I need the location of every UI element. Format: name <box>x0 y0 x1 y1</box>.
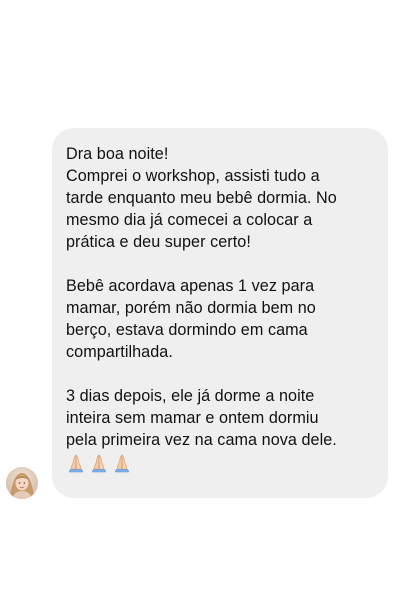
message-line: Comprei o workshop, assisti tudo a <box>66 167 320 185</box>
message-line: prática e deu super certo! <box>66 233 251 251</box>
message-line: 3 dias depois, ele já dorme a noite <box>66 387 315 405</box>
sender-avatar[interactable] <box>6 467 38 499</box>
folded-hands-icon <box>114 454 130 473</box>
message-line: Dra boa noite! <box>66 145 169 163</box>
received-message-bubble[interactable]: Dra boa noite! Comprei o workshop, assis… <box>52 128 388 498</box>
message-line: Bebê acordava apenas 1 vez para <box>66 277 315 295</box>
folded-hands-icon <box>91 454 107 473</box>
chat-screen: Dra boa noite! Comprei o workshop, assis… <box>0 0 400 600</box>
folded-hands-icon <box>68 454 84 473</box>
message-line: mesmo dia já comecei a colocar a <box>66 211 313 229</box>
message-line: mamar, porém não dormia bem no <box>66 299 316 317</box>
message-line: tarde enquanto meu bebê dormia. No <box>66 189 337 207</box>
avatar-photo-icon <box>6 467 38 499</box>
message-line: compartilhada. <box>66 343 173 361</box>
message-line: berço, estava dormindo em cama <box>66 321 308 339</box>
message-line: inteira sem mamar e ontem dormiu <box>66 409 319 427</box>
message-line: pela primeira vez na cama nova dele. <box>66 431 337 449</box>
emoji-reaction-row <box>66 453 374 473</box>
